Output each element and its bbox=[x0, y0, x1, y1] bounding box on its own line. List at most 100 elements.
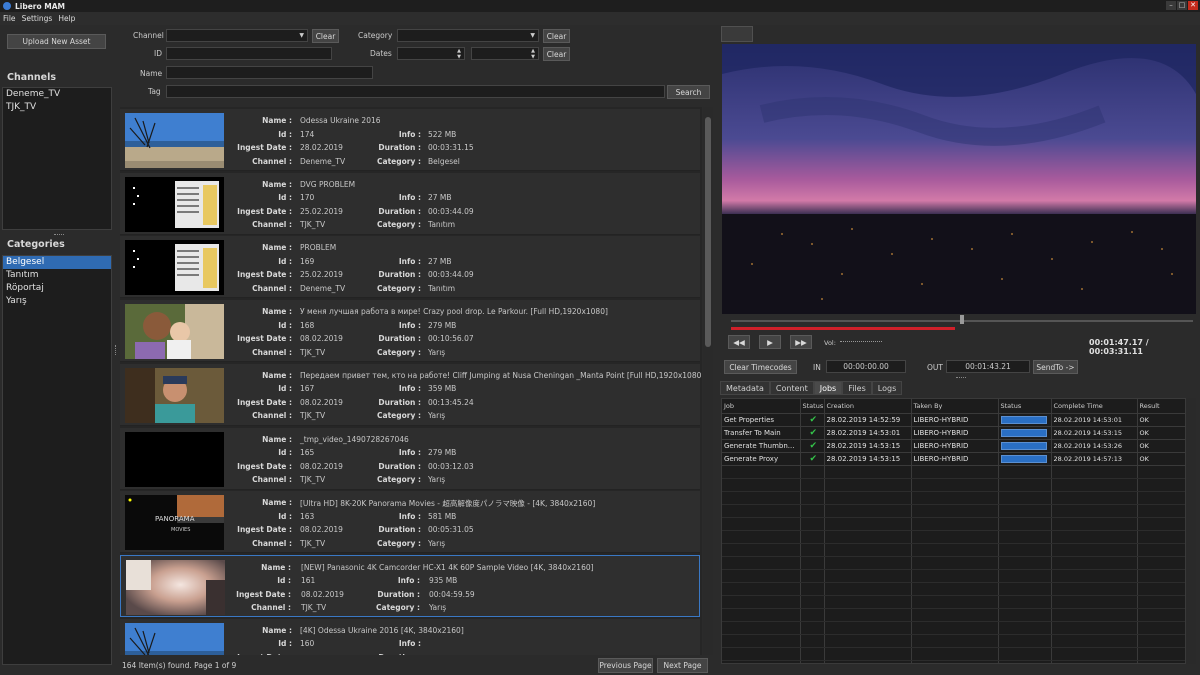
tag-input[interactable] bbox=[166, 85, 665, 98]
volume-slider[interactable] bbox=[840, 341, 882, 343]
empty-cell bbox=[1137, 595, 1185, 609]
channel-clear-button[interactable]: Clear bbox=[312, 29, 339, 43]
channel-item[interactable]: TJK_TV bbox=[3, 101, 111, 114]
id-input[interactable] bbox=[166, 47, 332, 60]
empty-cell bbox=[800, 569, 825, 583]
rewind-button[interactable]: ◀◀ bbox=[728, 335, 750, 349]
previous-page-button[interactable]: Previous Page bbox=[598, 658, 653, 673]
table-row[interactable]: Generate Proxy ✔ 28.02.2019 14:53:15 LIBERO… bbox=[722, 452, 1185, 466]
channels-list[interactable]: Deneme_TV TJK_TV bbox=[2, 87, 112, 230]
play-button[interactable]: ▶ bbox=[759, 335, 781, 349]
in-label: IN bbox=[813, 363, 821, 372]
result-row[interactable]: PANORAMA MOVIES Name : Id : Ingest Date : Cha… bbox=[120, 491, 700, 554]
result-info: 279 MB bbox=[428, 320, 457, 330]
result-row[interactable]: Name : Id : Ingest Date : Channel : Передаем… bbox=[120, 363, 702, 426]
field-label-duration: Duration : bbox=[378, 270, 421, 280]
category-select[interactable]: ▼ bbox=[397, 29, 539, 42]
in-timecode-input[interactable]: 00:00:00.00 bbox=[826, 360, 906, 373]
tab-metadata[interactable]: Metadata bbox=[720, 381, 770, 395]
column-header[interactable]: Result bbox=[1137, 399, 1185, 414]
seek-handle[interactable] bbox=[960, 315, 964, 324]
categories-list[interactable]: Belgesel Tanıtım Röportaj Yarış bbox=[2, 255, 112, 665]
name-input[interactable] bbox=[166, 66, 373, 79]
empty-cell bbox=[998, 595, 1052, 609]
empty-cell bbox=[824, 634, 912, 648]
result-thumbnail: PANORAMA MOVIES bbox=[125, 495, 224, 551]
result-id: 161 bbox=[301, 576, 316, 586]
field-label-channel: Channel : bbox=[252, 220, 292, 230]
clear-timecodes-button[interactable]: Clear Timecodes bbox=[724, 360, 797, 374]
column-header[interactable]: Status bbox=[800, 399, 825, 414]
result-row[interactable]: Name :Id :Ingest Date :Channel :[4K] Ode… bbox=[120, 618, 700, 655]
date-to-input[interactable]: ▲ ▼ bbox=[471, 47, 539, 60]
tab-jobs[interactable]: Jobs bbox=[813, 381, 843, 395]
video-preview[interactable] bbox=[722, 44, 1196, 314]
result-row[interactable]: Name : Id : Ingest Date : Channel : [NEW] Pa… bbox=[120, 554, 700, 617]
field-label-id: Id : bbox=[278, 511, 292, 521]
result-category: Tanıtım bbox=[428, 220, 456, 230]
result-name: [4K] Odessa Ukraine 2016 [4K, 3840x2160] bbox=[300, 625, 464, 635]
category-item[interactable]: Belgesel bbox=[3, 256, 111, 269]
field-label-info: Info : bbox=[398, 256, 421, 266]
result-row[interactable]: Name : Id : Ingest Date : Channel : Odessa U… bbox=[120, 109, 700, 171]
table-row[interactable]: Generate Thumbn... ✔ 28.02.2019 14:53:15 LI… bbox=[722, 439, 1185, 453]
player-tab[interactable] bbox=[721, 26, 753, 42]
results-scrollbar[interactable] bbox=[703, 107, 713, 655]
maximize-button[interactable]: □ bbox=[1177, 1, 1187, 10]
field-label-info: Info : bbox=[398, 511, 421, 521]
tab-content[interactable]: Content bbox=[769, 381, 814, 395]
scrollbar-thumb[interactable] bbox=[705, 117, 711, 347]
table-row[interactable]: Get Properties ✔ 28.02.2019 14:52:59 LIBERO… bbox=[722, 413, 1185, 427]
splitter-handle[interactable] bbox=[956, 377, 966, 380]
job-creation-cell: 28.02.2019 14:53:15 bbox=[824, 452, 912, 466]
result-row[interactable]: Name : Id : Ingest Date : Channel : _tmp_vid… bbox=[120, 427, 700, 490]
out-timecode-input[interactable]: 00:01:43.21 bbox=[946, 360, 1030, 373]
field-label-category: Category : bbox=[377, 347, 421, 357]
next-page-button[interactable]: Next Page bbox=[657, 658, 708, 673]
category-clear-button[interactable]: Clear bbox=[543, 29, 570, 43]
field-label-duration: Duration : bbox=[377, 589, 420, 599]
column-header[interactable]: Taken By bbox=[911, 399, 999, 414]
result-channel: Deneme_TV bbox=[300, 283, 346, 293]
minimize-button[interactable]: – bbox=[1166, 1, 1176, 10]
send-to-button[interactable]: SendTo -> bbox=[1033, 360, 1078, 374]
channel-item[interactable]: Deneme_TV bbox=[3, 88, 111, 101]
channel-select[interactable]: ▼ bbox=[166, 29, 308, 42]
menu-help[interactable]: Help bbox=[58, 14, 75, 23]
field-label-name: Name : bbox=[261, 562, 291, 572]
empty-cell bbox=[722, 621, 801, 635]
menu-file[interactable]: File bbox=[3, 14, 16, 23]
result-row[interactable]: Name : Id : Ingest Date : Channel : PROBLEM 1… bbox=[120, 236, 700, 299]
jobs-scrollbar[interactable] bbox=[1186, 398, 1196, 664]
upload-new-asset-button[interactable]: Upload New Asset bbox=[7, 34, 106, 49]
empty-cell bbox=[824, 608, 912, 622]
empty-row bbox=[722, 608, 1185, 622]
category-item[interactable]: Tanıtım bbox=[3, 269, 111, 282]
fast-forward-button[interactable]: ▶▶ bbox=[790, 335, 812, 349]
column-header[interactable]: Creation bbox=[824, 399, 912, 414]
category-item[interactable]: Röportaj bbox=[3, 282, 111, 295]
search-button[interactable]: Search bbox=[667, 85, 710, 99]
close-button[interactable]: ✕ bbox=[1188, 1, 1198, 10]
column-header[interactable]: Job bbox=[722, 399, 801, 414]
date-from-input[interactable]: ▲ ▼ bbox=[397, 47, 465, 60]
category-item[interactable]: Yarış bbox=[3, 295, 111, 308]
empty-cell bbox=[824, 647, 912, 661]
splitter-handle[interactable] bbox=[115, 345, 118, 355]
tab-files[interactable]: Files bbox=[842, 381, 872, 395]
table-row[interactable]: Transfer To Main ✔ 28.02.2019 14:53:01 LIBE… bbox=[722, 426, 1185, 440]
dates-clear-button[interactable]: Clear bbox=[543, 47, 570, 61]
job-progress-bar bbox=[1000, 441, 1047, 450]
results-list[interactable]: Name : Id : Ingest Date : Channel : Odessa U… bbox=[120, 107, 702, 655]
empty-cell bbox=[911, 478, 999, 492]
tab-logs[interactable]: Logs bbox=[871, 381, 903, 395]
jobs-table[interactable]: Job Status Creation Taken By Status Complete … bbox=[721, 398, 1186, 664]
menu-settings[interactable]: Settings bbox=[22, 14, 53, 23]
result-ingest-date: 08.02.2019 bbox=[300, 397, 343, 407]
result-row[interactable]: Name : Id : Ingest Date : Channel : DVG PROB… bbox=[120, 172, 700, 235]
result-row[interactable]: Name : Id : Ingest Date : Channel : У меня л… bbox=[120, 300, 700, 363]
job-name-cell: Get Properties bbox=[722, 413, 801, 427]
column-header[interactable]: Complete Time bbox=[1051, 399, 1138, 414]
column-header[interactable]: Status bbox=[998, 399, 1052, 414]
splitter-handle[interactable] bbox=[54, 234, 64, 237]
